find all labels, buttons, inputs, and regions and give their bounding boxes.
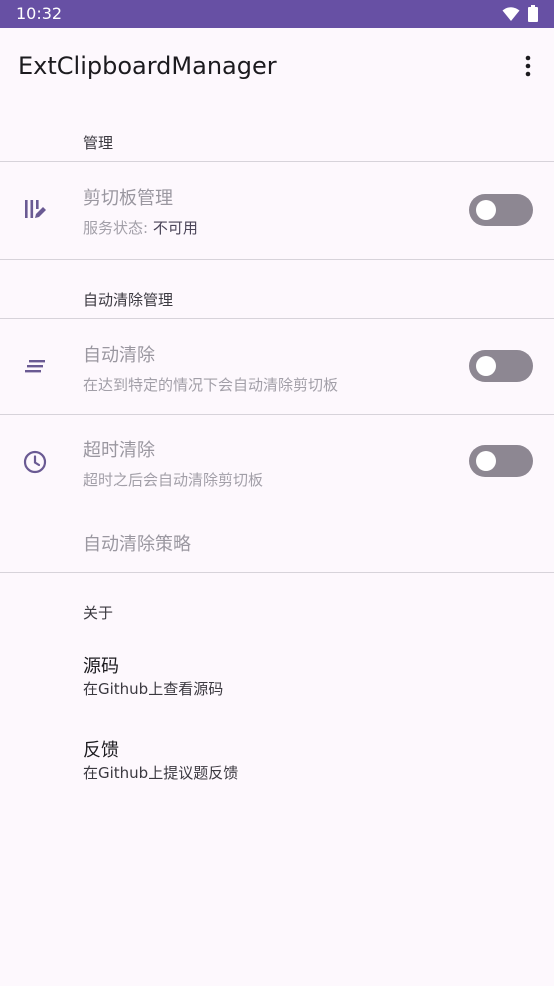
- app-title: ExtClipboardManager: [18, 52, 277, 80]
- status-time: 10:32: [16, 4, 63, 23]
- source-code-title: 源码: [83, 656, 119, 677]
- timeout-clear-summary: 超时之后会自动清除剪切板: [83, 471, 264, 489]
- divider: [0, 572, 554, 573]
- app-bar: ExtClipboardManager: [0, 28, 554, 104]
- service-status-label: 服务状态:: [83, 219, 153, 237]
- section-header-auto-clear: 自动清除管理: [83, 291, 174, 309]
- clipboard-manage-summary: 服务状态: 不可用: [83, 217, 198, 238]
- pref-timeout-clear[interactable]: 超时清除 超时之后会自动清除剪切板: [0, 415, 554, 510]
- pref-auto-clear-strategy[interactable]: 自动清除策略: [0, 510, 554, 572]
- switch-thumb: [476, 451, 496, 471]
- pref-source-code[interactable]: 源码 在Github上查看源码: [0, 640, 554, 718]
- more-vert-icon: [525, 55, 531, 77]
- clear-all-icon: [22, 353, 48, 379]
- auto-clear-switch[interactable]: [469, 350, 533, 382]
- switch-thumb: [476, 356, 496, 376]
- clipboard-manage-switch[interactable]: [469, 194, 533, 226]
- clock-icon: [22, 449, 48, 475]
- clipboard-manage-icon: [22, 196, 48, 222]
- divider: [0, 259, 554, 260]
- feedback-summary: 在Github上提议题反馈: [83, 764, 239, 782]
- pref-auto-clear[interactable]: 自动清除 在达到特定的情况下会自动清除剪切板: [0, 319, 554, 414]
- more-options-button[interactable]: [516, 50, 540, 82]
- pref-feedback[interactable]: 反馈 在Github上提议题反馈: [0, 724, 554, 802]
- source-code-summary: 在Github上查看源码: [83, 680, 224, 698]
- section-header-about: 关于: [83, 604, 114, 622]
- status-bar: 10:32: [0, 0, 554, 28]
- service-status-value: 不可用: [152, 219, 198, 237]
- battery-icon: [528, 5, 538, 26]
- switch-thumb: [476, 200, 496, 220]
- clipboard-manage-title: 剪切板管理: [83, 188, 173, 209]
- auto-clear-title: 自动清除: [83, 345, 155, 366]
- feedback-title: 反馈: [83, 740, 119, 761]
- pref-clipboard-manage[interactable]: 剪切板管理 服务状态: 不可用: [0, 162, 554, 259]
- timeout-clear-title: 超时清除: [83, 440, 155, 461]
- auto-clear-summary: 在达到特定的情况下会自动清除剪切板: [83, 376, 339, 394]
- wifi-icon: [502, 6, 520, 26]
- section-header-manage: 管理: [83, 134, 114, 152]
- auto-clear-strategy-title: 自动清除策略: [83, 534, 191, 555]
- timeout-clear-switch[interactable]: [469, 445, 533, 477]
- status-icons: [502, 5, 538, 26]
